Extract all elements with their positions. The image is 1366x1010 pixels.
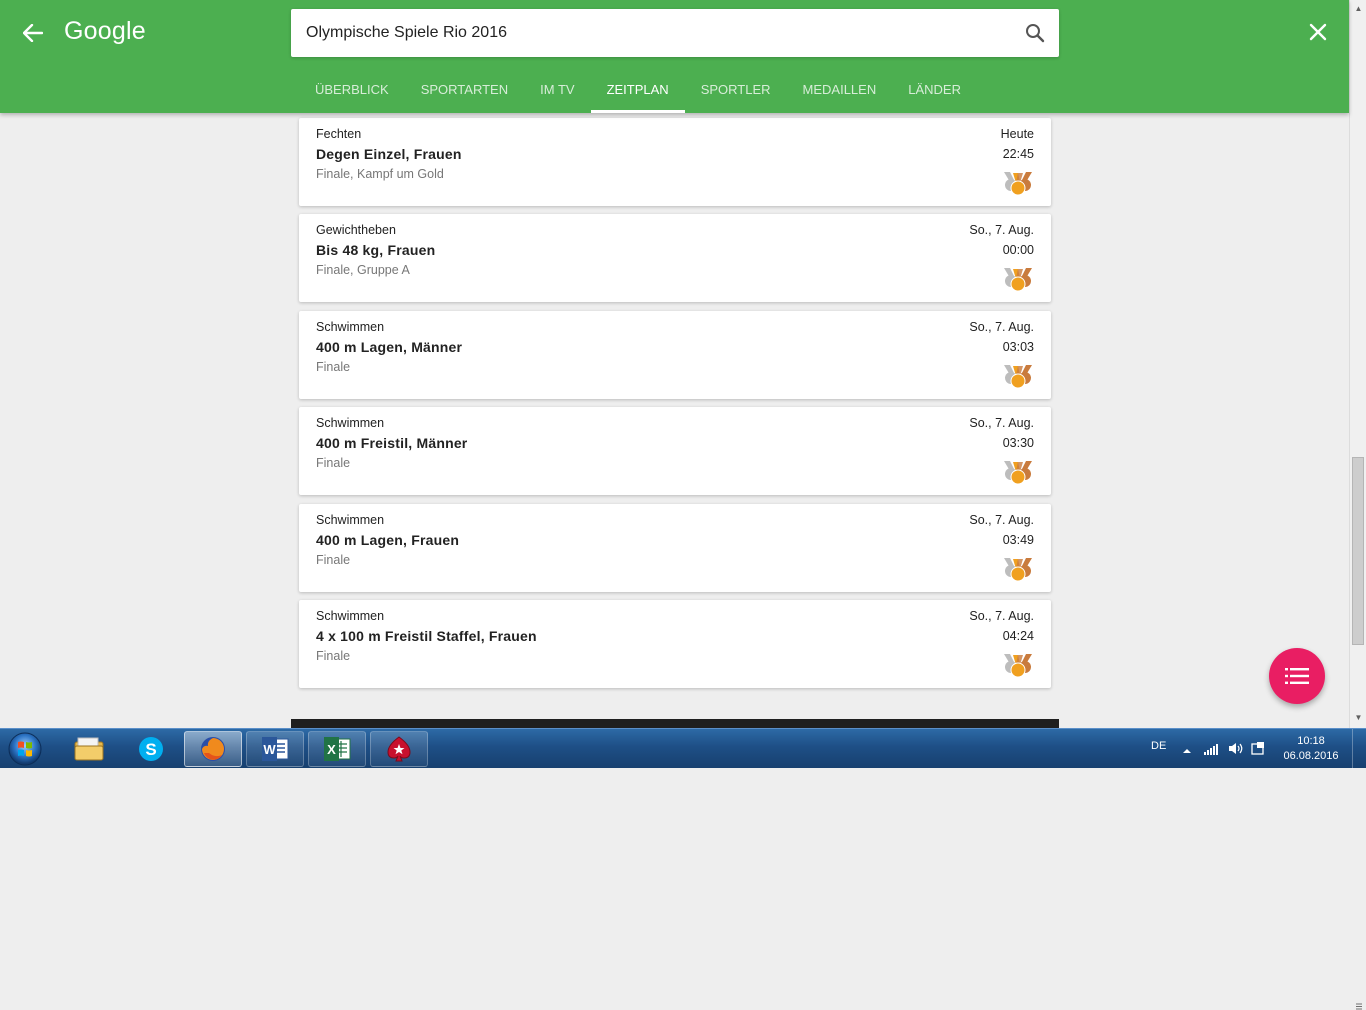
event-card[interactable]: Fechten Degen Einzel, Frauen Finale, Kam…	[299, 118, 1051, 206]
action-center-icon[interactable]	[1251, 742, 1265, 760]
event-title: 400 m Lagen, Frauen	[316, 532, 460, 548]
search-input[interactable]	[306, 9, 1006, 57]
scroll-down-icon[interactable]: ▼	[1353, 712, 1364, 723]
firefox-icon[interactable]	[184, 731, 242, 767]
grip-icon	[1356, 1003, 1362, 1010]
pokerstars-icon[interactable]	[370, 731, 428, 767]
event-card[interactable]: Schwimmen 400 m Freistil, Männer Finale …	[299, 407, 1051, 495]
google-logo[interactable]: Google	[64, 17, 146, 46]
event-date: So., 7. Aug.	[969, 320, 1034, 334]
skype-icon[interactable]: S	[122, 731, 180, 767]
event-round: Finale, Gruppe A	[316, 263, 410, 277]
event-date: So., 7. Aug.	[969, 609, 1034, 623]
list-view-button[interactable]	[1269, 648, 1325, 704]
event-date: So., 7. Aug.	[969, 223, 1034, 237]
event-date: So., 7. Aug.	[969, 513, 1034, 527]
app-header: Google ÜBERBLICK SPORTARTEN IM TV ZEITPL…	[0, 0, 1349, 113]
search-box	[291, 9, 1059, 57]
event-sport: Schwimmen	[316, 320, 385, 334]
svg-text:X: X	[327, 742, 336, 757]
event-sport: Schwimmen	[316, 513, 385, 527]
tab-im-tv[interactable]: IM TV	[524, 67, 590, 113]
event-time: 03:03	[1002, 340, 1034, 354]
medal-icon	[1002, 459, 1034, 485]
back-arrow-icon[interactable]	[20, 20, 46, 46]
system-clock[interactable]: 10:18 06.08.2016	[1280, 734, 1342, 764]
tab-medaillen[interactable]: MEDAILLEN	[787, 67, 893, 113]
event-time: 03:49	[1002, 533, 1034, 547]
event-card[interactable]: Schwimmen 400 m Lagen, Frauen Finale So.…	[299, 504, 1051, 592]
tab-laender[interactable]: LÄNDER	[892, 67, 977, 113]
windows-taskbar: S W X DE 10:18 06.08.2016	[0, 728, 1366, 769]
search-icon[interactable]	[1023, 21, 1047, 45]
event-round: Finale	[316, 649, 351, 663]
event-card[interactable]: Schwimmen 400 m Lagen, Männer Finale So.…	[299, 311, 1051, 399]
show-desktop-button[interactable]	[1352, 729, 1366, 769]
file-explorer-icon[interactable]	[60, 731, 118, 767]
svg-text:S: S	[145, 740, 156, 759]
event-title: 400 m Lagen, Männer	[316, 339, 463, 355]
excel-icon[interactable]: X	[308, 731, 366, 767]
event-sport: Schwimmen	[316, 609, 385, 623]
event-round: Finale	[316, 360, 351, 374]
event-round: Finale	[316, 553, 351, 567]
event-title: Degen Einzel, Frauen	[316, 146, 462, 162]
medal-icon	[1002, 266, 1034, 292]
tab-sportarten[interactable]: SPORTARTEN	[405, 67, 524, 113]
event-sport: Schwimmen	[316, 416, 385, 430]
volume-icon[interactable]	[1228, 742, 1244, 760]
clock-date: 06.08.2016	[1283, 750, 1339, 762]
event-time: 04:24	[1002, 629, 1034, 643]
network-signal-icon[interactable]	[1203, 742, 1219, 760]
event-card[interactable]: Schwimmen 4 x 100 m Freistil Staffel, Fr…	[299, 600, 1051, 688]
svg-text:W: W	[263, 742, 276, 757]
vertical-scrollbar[interactable]: ▲ ▼	[1349, 0, 1366, 1010]
event-sport: Fechten	[316, 127, 362, 141]
language-indicator[interactable]: DE	[1151, 740, 1166, 752]
event-sport: Gewichtheben	[316, 223, 396, 237]
scroll-up-icon[interactable]: ▲	[1353, 3, 1364, 14]
medal-icon	[1002, 652, 1034, 678]
medal-icon	[1002, 556, 1034, 582]
start-orb-icon[interactable]	[6, 731, 44, 767]
event-title: 400 m Freistil, Männer	[316, 435, 468, 451]
event-title: Bis 48 kg, Frauen	[316, 242, 436, 258]
tab-ueberblick[interactable]: ÜBERBLICK	[299, 67, 405, 113]
tab-zeitplan[interactable]: ZEITPLAN	[590, 67, 685, 113]
show-hidden-icons-icon[interactable]	[1183, 742, 1191, 760]
event-date: So., 7. Aug.	[969, 416, 1034, 430]
event-card[interactable]: Gewichtheben Bis 48 kg, Frauen Finale, G…	[299, 214, 1051, 302]
event-time: 03:30	[1002, 436, 1034, 450]
word-icon[interactable]: W	[246, 731, 304, 767]
category-tabs: ÜBERBLICK SPORTARTEN IM TV ZEITPLAN SPOR…	[299, 67, 977, 113]
medal-icon	[1002, 170, 1034, 196]
event-time: 22:45	[1002, 147, 1034, 161]
event-date: Heute	[1000, 127, 1034, 141]
clock-time: 10:18	[1297, 735, 1325, 747]
medal-icon	[1002, 363, 1034, 389]
event-time: 00:00	[1002, 243, 1034, 257]
event-round: Finale, Kampf um Gold	[316, 167, 444, 181]
close-icon[interactable]	[1306, 20, 1330, 44]
event-title: 4 x 100 m Freistil Staffel, Frauen	[316, 628, 537, 644]
tab-sportler[interactable]: SPORTLER	[685, 67, 787, 113]
event-round: Finale	[316, 456, 351, 470]
scroll-thumb[interactable]	[1352, 457, 1364, 1010]
list-icon	[1285, 668, 1309, 684]
